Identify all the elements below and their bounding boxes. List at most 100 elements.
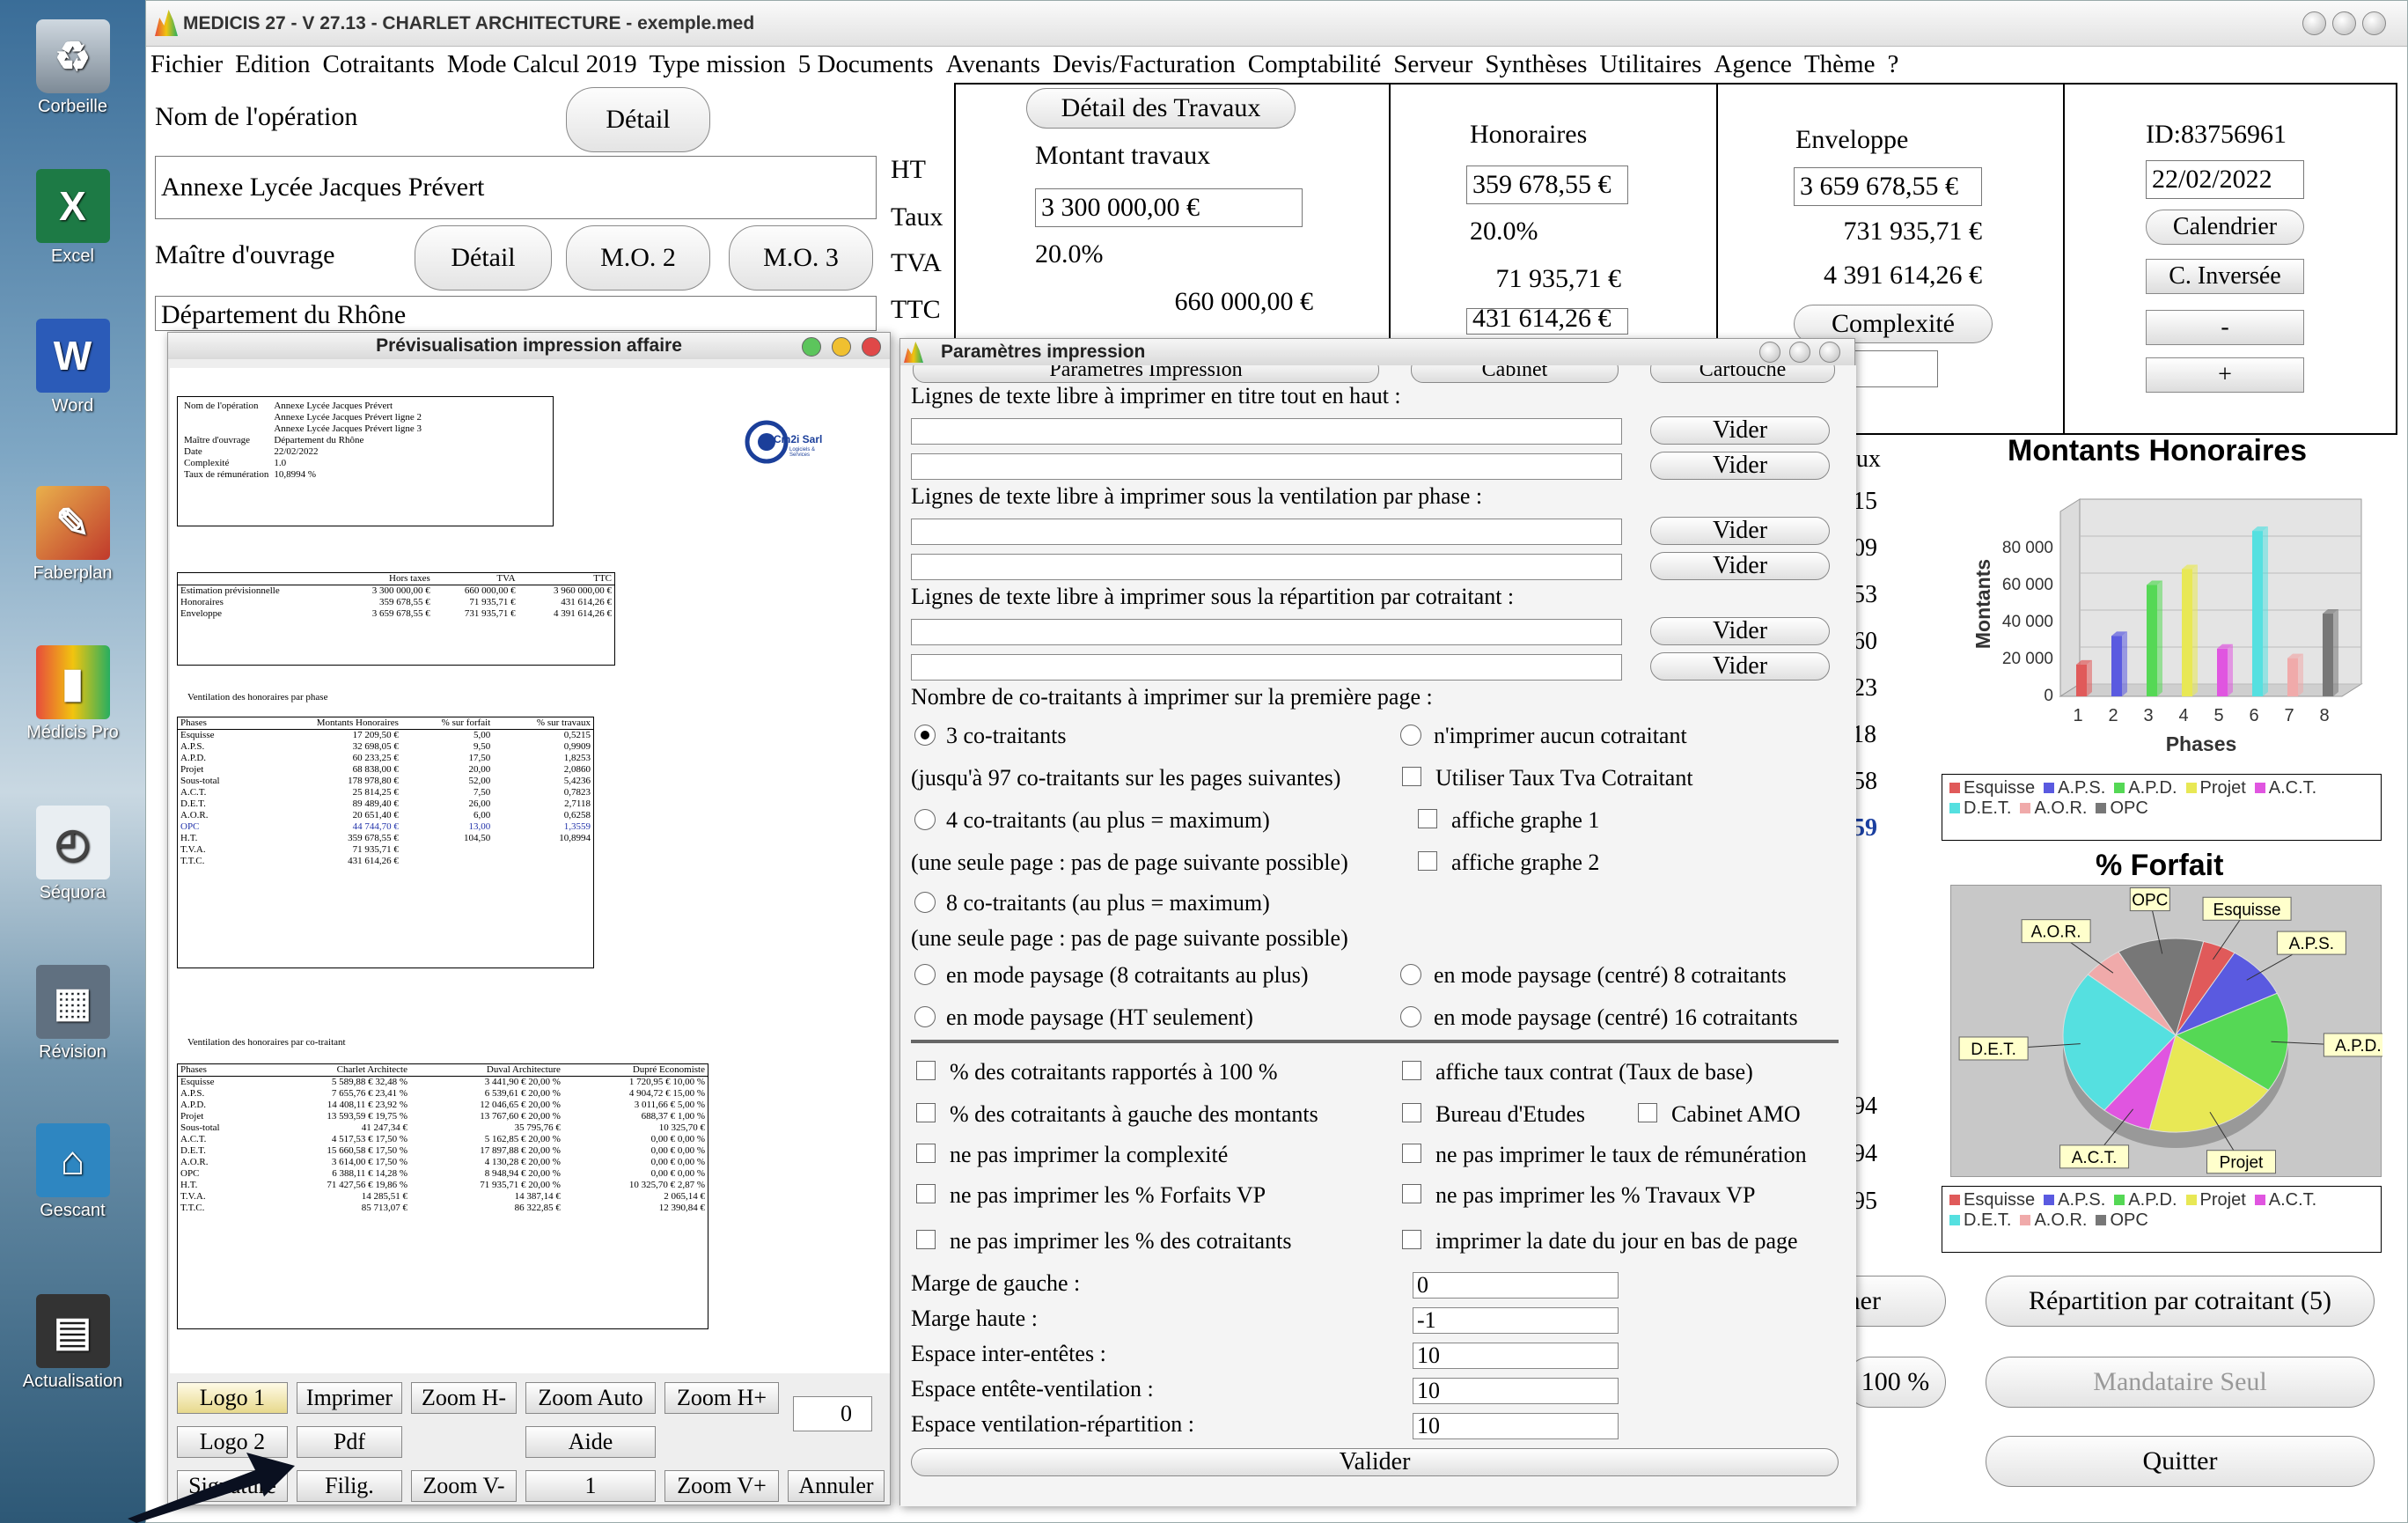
check-graphe2[interactable] [1418,851,1437,871]
titre-line1-input[interactable] [911,418,1622,445]
logo1-button[interactable]: Logo 1 [177,1382,288,1414]
tab-parametres-impression[interactable]: Paramètres Impression [913,365,1379,383]
filigrane-button[interactable]: Filig. [297,1470,402,1502]
menu-mode-calcul[interactable]: Mode Calcul 2019 [447,50,637,79]
page-spinner[interactable]: 0 [793,1396,872,1431]
enveloppe-ht-field[interactable]: 3 659 678,55 € [1794,167,1982,206]
detail-travaux-button[interactable]: Détail des Travaux [1026,88,1296,129]
check-tva-cotraitant[interactable] [1402,767,1421,786]
maitre-detail-button[interactable]: Détail [415,225,552,291]
minus-button[interactable]: - [2146,310,2304,345]
desktop-icon-revision[interactable]: ▦ Révision [0,965,145,1063]
menu-cotraitants[interactable]: Cotraitants [323,50,435,79]
menu-theme[interactable]: Thème [1804,50,1876,79]
desktop-icon-medicis-pro[interactable]: ▮ Médicis Pro [0,645,145,743]
marge-gauche-input[interactable]: 0 [1413,1272,1619,1299]
menu-edition[interactable]: Edition [235,50,310,79]
repartition-button[interactable]: Répartition par cotraitant (5) [1986,1276,2375,1327]
mo3-button[interactable]: M.O. 3 [729,225,873,291]
pdf-button[interactable]: Pdf [297,1426,402,1458]
maximize-button[interactable] [2332,11,2356,35]
espace-ventilation-repartition-input[interactable]: 10 [1413,1413,1619,1439]
menu-avenants[interactable]: Avenants [946,50,1040,79]
mandataire-seul-button[interactable]: Mandataire Seul [1986,1357,2375,1408]
tab-cartouche[interactable]: Cartouche [1650,365,1835,383]
ventilation-line2-input[interactable] [911,554,1622,580]
check-pct-gauche[interactable] [916,1103,936,1122]
check-date-du-jour[interactable] [1402,1230,1421,1249]
radio-4-cotraitants[interactable] [914,809,936,830]
maximize-dot[interactable] [802,337,821,357]
vider-ventilation2-button[interactable]: Vider [1650,552,1830,580]
check-no-travaux-vp[interactable] [1402,1184,1421,1203]
quitter-button[interactable]: Quitter [1986,1436,2375,1487]
check-bureau-etudes[interactable] [1402,1103,1421,1122]
desktop-icon-gescant[interactable]: ⌂ Gescant [0,1123,145,1221]
plus-button[interactable]: + [2146,357,2304,393]
check-no-taux-remuneration[interactable] [1402,1144,1421,1163]
radio-paysage-centre-8[interactable] [1400,964,1421,985]
honoraires-ttc-field[interactable]: 431 614,26 € [1466,308,1628,335]
espace-inter-entetes-input[interactable]: 10 [1413,1343,1619,1369]
params-close-button[interactable] [1819,342,1840,363]
maitre-ouvrage-field[interactable]: Département du Rhône [155,296,877,331]
minimize-button[interactable] [2302,11,2326,35]
params-maximize-button[interactable] [1789,342,1810,363]
repartition-line2-input[interactable] [911,654,1622,681]
menu-syntheses[interactable]: Synthèses [1485,50,1587,79]
desktop-icon-faberplan[interactable]: ✎ Faberplan [0,486,145,584]
tab-cabinet[interactable]: Cabinet [1411,365,1619,383]
close-button[interactable] [2362,11,2386,35]
operation-detail-button[interactable]: Détail [566,87,710,152]
menu-type-mission[interactable]: Type mission [650,50,786,79]
menu-devis-facturation[interactable]: Devis/Facturation [1053,50,1236,79]
desktop-icon-word[interactable]: W Word [0,319,145,416]
desktop-icon-actualisation[interactable]: ▤ Actualisation [0,1294,145,1392]
operation-name-field[interactable]: Annexe Lycée Jacques Prévert [155,156,877,219]
zoom-v-minus-button[interactable]: Zoom V- [411,1470,517,1502]
titre-line2-input[interactable] [911,453,1622,480]
mo2-button[interactable]: M.O. 2 [566,225,710,291]
vider-ventilation1-button[interactable]: Vider [1650,517,1830,545]
repartition-line1-input[interactable] [911,619,1622,645]
check-graphe1[interactable] [1418,809,1437,828]
menu-utilitaires[interactable]: Utilitaires [1599,50,1701,79]
annuler-button[interactable]: Annuler [788,1470,885,1502]
marge-haute-input[interactable]: -1 [1413,1307,1619,1334]
radio-3-cotraitants[interactable] [914,725,936,746]
date-field[interactable]: 22/02/2022 [2146,160,2304,199]
desktop-icon-recycle-bin[interactable]: ♻ Corbeille [0,19,145,117]
desktop-icon-sequora[interactable]: ◴ Séquora [0,806,145,903]
page-one-button[interactable]: 1 [525,1470,656,1502]
imprimer-button[interactable]: Imprimer [297,1382,402,1414]
vider-titre2-button[interactable]: Vider [1650,452,1830,480]
menu-comptabilite[interactable]: Comptabilité [1248,50,1381,79]
zoom-auto-button[interactable]: Zoom Auto [525,1382,656,1414]
menu-agence[interactable]: Agence [1714,50,1792,79]
espace-entete-ventilation-input[interactable]: 10 [1413,1378,1619,1404]
check-no-complexite[interactable] [916,1144,936,1163]
radio-paysage-8[interactable] [914,964,936,985]
montant-travaux-field[interactable]: 3 300 000,00 € [1035,188,1303,227]
menu-help[interactable]: ? [1887,50,1898,79]
check-taux-contrat[interactable] [1402,1061,1421,1080]
valider-button[interactable]: Valider [911,1448,1839,1476]
check-pct-100[interactable] [916,1061,936,1080]
radio-paysage-ht[interactable] [914,1006,936,1027]
menu-serveur[interactable]: Serveur [1393,50,1472,79]
close-dot[interactable] [862,337,881,357]
vider-repartition1-button[interactable]: Vider [1650,617,1830,645]
honoraires-ht-field[interactable]: 359 678,55 € [1466,166,1628,204]
radio-paysage-centre-16[interactable] [1400,1006,1421,1027]
minimize-dot[interactable] [832,337,851,357]
check-no-pct-cotraitants[interactable] [916,1230,936,1249]
desktop-icon-excel[interactable]: X Excel [0,169,145,267]
params-minimize-button[interactable] [1759,342,1780,363]
zoom-h-minus-button[interactable]: Zoom H- [411,1382,517,1414]
ventilation-line1-input[interactable] [911,519,1622,545]
aide-button[interactable]: Aide [525,1426,656,1458]
vider-titre1-button[interactable]: Vider [1650,416,1830,445]
check-no-forfaits-vp[interactable] [916,1184,936,1203]
c-inversee-button[interactable]: C. Inversée [2146,259,2304,294]
calendrier-button[interactable]: Calendrier [2146,210,2304,245]
